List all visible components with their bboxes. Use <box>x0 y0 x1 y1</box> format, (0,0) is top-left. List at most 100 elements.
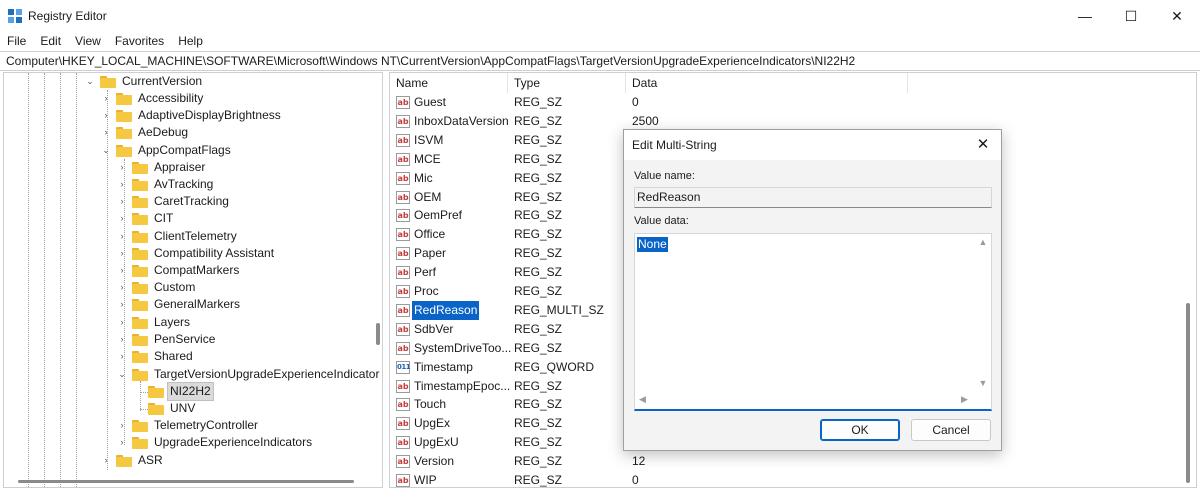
value-name-label: Value name: <box>634 170 695 182</box>
value-type: REG_SZ <box>514 454 563 469</box>
chevron-right-icon[interactable]: › <box>116 210 128 227</box>
value-row[interactable]: ab Guest REG_SZ 0 <box>390 93 1190 112</box>
tree-guide-line <box>76 73 77 487</box>
chevron-right-icon[interactable]: › <box>116 279 128 296</box>
tree-item-custom[interactable]: › Custom <box>116 279 197 296</box>
tree-item-telemetrycontroller[interactable]: › TelemetryController <box>116 417 260 434</box>
tree-horizontal-scroll-thumb[interactable] <box>18 480 354 483</box>
folder-icon <box>132 368 148 381</box>
chevron-right-icon[interactable]: › <box>116 176 128 193</box>
scroll-up-arrow-icon[interactable]: ▲ <box>977 237 989 249</box>
tree-item-shared[interactable]: › Shared <box>116 348 195 365</box>
tree-horizontal-scrollbar[interactable] <box>4 477 374 487</box>
value-data: 0 <box>632 473 639 487</box>
chevron-right-icon[interactable]: › <box>100 107 112 124</box>
value-name: Guest <box>414 95 447 109</box>
tree-item-compatibility-assistant[interactable]: › Compatibility Assistant <box>116 245 276 262</box>
chevron-down-icon[interactable]: ⌄ <box>100 142 112 159</box>
tree-item-cit[interactable]: › CIT <box>116 210 175 227</box>
menu-view[interactable]: View <box>68 32 108 50</box>
tree-item-appcompatflags[interactable]: ⌄ AppCompatFlags <box>100 142 233 159</box>
value-name: Version <box>414 454 455 469</box>
tree-vertical-scroll-thumb[interactable] <box>376 323 380 345</box>
binary-value-icon: 011 <box>396 360 411 374</box>
string-value-icon: ab <box>396 96 410 109</box>
chevron-right-icon[interactable]: › <box>116 262 128 279</box>
chevron-down-icon[interactable]: ⌄ <box>84 73 96 90</box>
chevron-right-icon[interactable]: › <box>116 434 128 451</box>
key-tree-pane[interactable]: ⌄ CurrentVersion › Accessibility › Adaptive… <box>3 72 383 488</box>
chevron-right-icon[interactable]: › <box>116 296 128 313</box>
cancel-button[interactable]: Cancel <box>911 419 991 441</box>
column-header-name[interactable]: Name <box>390 73 508 93</box>
tree-item-targetversionupgradeexperienceindicators[interactable]: ⌄ TargetVersionUpgradeExperienceIndicator <box>116 366 381 383</box>
tree-guide-line <box>140 409 148 410</box>
tree-item-generalmarkers[interactable]: › GeneralMarkers <box>116 296 242 313</box>
tree-vertical-scrollbar[interactable] <box>374 73 382 487</box>
tree-item-asr[interactable]: › ASR <box>100 452 165 469</box>
chevron-right-icon[interactable]: › <box>116 348 128 365</box>
chevron-right-icon[interactable]: › <box>116 159 128 176</box>
scroll-left-arrow-icon[interactable]: ◀ <box>639 394 651 406</box>
tree-item-penservice[interactable]: › PenService <box>116 331 217 348</box>
tree-item-layers[interactable]: › Layers <box>116 314 192 331</box>
chevron-right-icon[interactable]: › <box>116 193 128 210</box>
tree-item-upgradeexperienceindicators[interactable]: › UpgradeExperienceIndicators <box>116 434 314 451</box>
value-type: REG_SZ <box>514 321 563 336</box>
ok-button[interactable]: OK <box>820 419 900 441</box>
folder-open-icon <box>148 385 164 398</box>
tree-item-accessibility[interactable]: › Accessibility <box>100 90 205 107</box>
tree-item-clienttelemetry[interactable]: › ClientTelemetry <box>116 228 239 245</box>
value-data-selected-text[interactable]: None <box>637 237 668 252</box>
folder-icon <box>116 109 132 122</box>
value-name: Office <box>414 227 446 242</box>
scroll-right-arrow-icon[interactable]: ▶ <box>961 394 973 406</box>
column-header-type[interactable]: Type <box>508 73 626 93</box>
menu-file[interactable]: File <box>0 32 33 50</box>
minimize-icon[interactable]: — <box>1062 0 1108 32</box>
folder-icon <box>116 126 132 139</box>
chevron-right-icon[interactable]: › <box>100 124 112 141</box>
chevron-right-icon[interactable]: › <box>116 417 128 434</box>
tree-item-ni22h2[interactable]: NI22H2 <box>148 382 214 401</box>
chevron-right-icon[interactable]: › <box>100 90 112 107</box>
tree-item-currentversion[interactable]: ⌄ CurrentVersion <box>84 73 204 90</box>
menu-edit[interactable]: Edit <box>33 32 68 50</box>
tree-item-carettracking[interactable]: › CaretTracking <box>116 193 231 210</box>
value-name: OEM <box>414 189 442 204</box>
tree-item-adaptivedisplaybrightness[interactable]: › AdaptiveDisplayBrightness <box>100 107 283 124</box>
string-value-icon: ab <box>396 285 410 298</box>
tree-item-compatmarkers[interactable]: › CompatMarkers <box>116 262 241 279</box>
close-icon[interactable]: ✕ <box>1154 0 1200 32</box>
maximize-icon[interactable]: ☐ <box>1108 0 1154 32</box>
chevron-right-icon[interactable]: › <box>116 228 128 245</box>
chevron-right-icon[interactable]: › <box>100 452 112 469</box>
value-row[interactable]: ab Version REG_SZ 12 <box>390 452 1190 471</box>
chevron-right-icon[interactable]: › <box>116 245 128 262</box>
folder-icon <box>132 298 148 311</box>
tree-item-unv[interactable]: UNV <box>148 400 197 417</box>
scroll-down-arrow-icon[interactable]: ▼ <box>977 378 989 390</box>
tree-item-aedebug[interactable]: › AeDebug <box>100 124 190 141</box>
value-row[interactable]: ab WIP REG_SZ 0 <box>390 471 1190 487</box>
chevron-right-icon[interactable]: › <box>116 331 128 348</box>
value-name: MCE <box>414 151 441 166</box>
tree-item-avtracking[interactable]: › AvTracking <box>116 176 215 193</box>
tree-guide-line <box>60 73 61 487</box>
values-vertical-scroll-thumb[interactable] <box>1186 303 1190 483</box>
menu-help[interactable]: Help <box>171 32 210 50</box>
address-bar[interactable]: Computer\HKEY_LOCAL_MACHINE\SOFTWARE\Mic… <box>0 51 1200 71</box>
value-name-field[interactable]: RedReason <box>634 187 992 208</box>
value-data-textarea[interactable]: None ▲ ▼ ◀ ▶ <box>634 233 992 411</box>
string-value-icon: ab <box>396 133 410 147</box>
string-value-icon: ab <box>396 209 410 223</box>
string-value-icon: ab <box>396 341 410 355</box>
value-name: Paper <box>414 246 447 261</box>
menu-favorites[interactable]: Favorites <box>108 32 171 50</box>
column-header-data[interactable]: Data <box>626 73 908 93</box>
chevron-down-icon[interactable]: ⌄ <box>116 366 128 383</box>
close-icon[interactable]: ✕ <box>972 135 994 155</box>
chevron-right-icon[interactable]: › <box>116 314 128 331</box>
tree-item-appraiser[interactable]: › Appraiser <box>116 159 207 176</box>
string-value-icon: ab <box>396 247 410 261</box>
